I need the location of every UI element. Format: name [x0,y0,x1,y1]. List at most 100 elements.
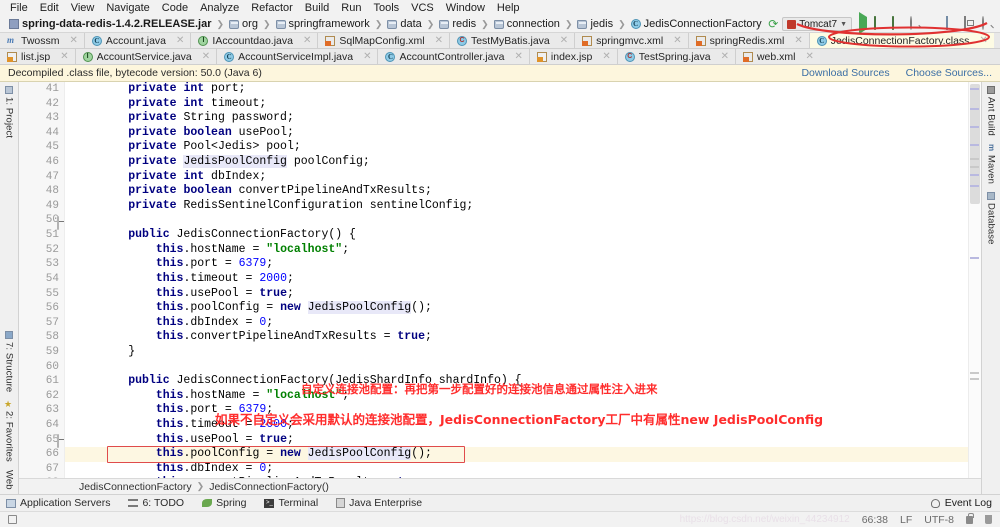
tool-window-java-enterprise[interactable]: Java Enterprise [336,497,422,509]
tab-sqlmapconfig-xml[interactable]: SqlMapConfig.xml ✕ [318,33,450,48]
sidebar-item-ant-build[interactable]: Ant Build [986,82,997,140]
caret-position[interactable]: 66:38 [862,514,888,526]
breadcrumb-class[interactable]: JedisConnectionFactory [79,481,192,493]
error-stripe-mark[interactable] [970,372,979,374]
sidebar-item-maven[interactable]: m Maven [986,140,997,188]
menu-item-view[interactable]: View [65,0,101,16]
menu-item-navigate[interactable]: Navigate [100,0,155,16]
run-icon[interactable] [856,12,870,34]
menu-item-vcs[interactable]: VCS [405,0,440,16]
menu-item-tools[interactable]: Tools [367,0,405,16]
line-separator[interactable]: LF [900,514,912,526]
choose-sources-link[interactable]: Choose Sources... [906,67,992,79]
close-icon[interactable]: ✕ [805,51,813,62]
lock-icon[interactable] [966,512,974,524]
sidebar-item-project[interactable]: 1: Project [4,82,15,142]
fold-marker-icon[interactable] [57,434,66,448]
code-line[interactable]: this.hostName = "localhost"; [65,243,981,258]
tab-iaccountdao-java[interactable]: I IAccountdao.java ✕ [191,33,319,48]
editor-scroll-area[interactable]: 41 42 43 44 45 46 47 48 49 50 51 52 53 54 55 56 57 58 59 60… [19,82,981,494]
close-icon[interactable]: ✕ [979,35,987,46]
code-line[interactable]: private int timeout; [65,97,981,112]
code-editor[interactable]: 41 42 43 44 45 46 47 48 49 50 51 52 53 54 55 56 57 58 59 60… [19,82,981,494]
tab-springmvc-xml[interactable]: springmvc.xml ✕ [575,33,689,48]
error-stripe-mark[interactable] [970,257,979,259]
tab-account-java[interactable]: C Account.java ✕ [84,33,192,48]
tab-web-xml[interactable]: web.xml ✕ [735,49,820,64]
close-icon[interactable]: ✕ [202,51,210,62]
tool-window-terminal[interactable]: >_ Terminal [264,497,318,509]
project-structure-icon[interactable] [946,16,960,31]
menu-item-help[interactable]: Help [491,0,526,16]
run-with-coverage-icon[interactable] [892,16,906,31]
error-stripe-mark[interactable] [970,378,979,380]
close-icon[interactable]: ✕ [602,51,610,62]
trash-icon[interactable] [985,515,992,524]
code-line[interactable]: this.convertPipelineAndTxResults = true; [65,330,981,345]
error-stripe-mark[interactable] [970,174,979,176]
code-line[interactable]: this.usePool = true; [65,433,981,448]
stop-icon[interactable] [928,17,942,31]
tab-accountserviceimpl-java[interactable]: C AccountServiceImpl.java ✕ [217,49,379,64]
close-icon[interactable]: ✕ [435,35,443,46]
close-icon[interactable]: ✕ [70,35,78,46]
breadcrumb-item-springframework[interactable]: springframework [273,18,373,30]
breadcrumb-item-class[interactable]: C JedisConnectionFactory [628,18,765,30]
close-icon[interactable]: ✕ [673,35,681,46]
close-icon[interactable]: ✕ [721,51,729,62]
close-icon[interactable]: ✕ [60,51,68,62]
window-toggle-icon[interactable] [8,515,17,524]
code-line[interactable]: private boolean usePool; [65,126,981,141]
code-line[interactable]: this.poolConfig = new JedisPoolConfig(); [65,301,981,316]
tool-window-todo[interactable]: 6: TODO [128,497,184,509]
error-stripe-mark[interactable] [970,88,979,90]
code-line[interactable]: private RedisSentinelConfiguration senti… [65,199,981,214]
file-encoding[interactable]: UTF-8 [924,514,954,526]
code-area[interactable]: 41 42 43 44 45 46 47 48 49 50 51 52 53 54 55 56 57 58 59 60… [19,82,981,492]
code-line[interactable]: private JedisPoolConfig poolConfig; [65,155,981,170]
close-icon[interactable]: ✕ [363,51,371,62]
code-line[interactable]: this.dbIndex = 0; [65,316,981,331]
breadcrumb-item-jedis[interactable]: jedis [574,18,616,30]
event-log-button[interactable]: Event Log [930,497,1000,509]
error-stripe-mark[interactable] [970,126,979,128]
menu-item-refactor[interactable]: Refactor [245,0,299,16]
error-stripe-mark[interactable] [970,166,979,168]
menu-item-code[interactable]: Code [156,0,194,16]
tab-accountservice-java[interactable]: I AccountService.java ✕ [75,49,218,64]
close-icon[interactable]: ✕ [303,35,311,46]
tab-jedisconnectionfactory-class[interactable]: C JedisConnectionFactory.class ✕ [809,33,994,48]
menu-item-run[interactable]: Run [335,0,367,16]
close-icon[interactable]: ✕ [794,35,802,46]
menu-item-file[interactable]: File [4,0,34,16]
menu-item-window[interactable]: Window [440,0,491,16]
breadcrumb-item-redis[interactable]: redis [436,18,479,30]
close-icon[interactable]: ✕ [560,35,568,46]
breadcrumb-method[interactable]: JedisConnectionFactory() [209,481,329,493]
sidebar-item-structure[interactable]: 7: Structure [4,327,15,396]
code-line[interactable]: private String password; [65,111,981,126]
tab-springredis-xml[interactable]: springRedis.xml ✕ [688,33,810,48]
tab-testmybatis-java[interactable]: C TestMyBatis.java ✕ [449,33,576,48]
code-line[interactable]: this.dbIndex = 0; [65,462,981,477]
close-icon[interactable]: ✕ [515,51,523,62]
menu-item-build[interactable]: Build [299,0,335,16]
code-line[interactable]: this.timeout = 2000; [65,272,981,287]
tab-list-jsp[interactable]: list.jsp ✕ [0,49,76,64]
tab-index-jsp[interactable]: index.jsp ✕ [529,49,618,64]
tab-testspring-java[interactable]: C TestSpring.java ✕ [617,49,736,64]
toggle-panel-icon[interactable] [964,16,978,31]
tab-twossm[interactable]: m Twossm ✕ [0,33,85,48]
error-stripe-mark[interactable] [970,185,979,187]
run-configuration-selector[interactable]: Tomcat7 ▼ [782,17,852,31]
code-line[interactable]: private int port; [65,82,981,97]
tool-window-spring[interactable]: Spring [202,497,246,509]
error-stripe-mark[interactable] [970,144,979,146]
error-stripe-markers[interactable] [968,82,981,494]
code-line[interactable]: private Pool<Jedis> pool; [65,140,981,155]
breadcrumb-item-jar[interactable]: spring-data-redis-1.4.2.RELEASE.jar [6,18,215,30]
code-line[interactable]: this.port = 6379; [65,257,981,272]
code-line[interactable]: private int dbIndex; [65,170,981,185]
code-line[interactable]: public JedisConnectionFactory() { [65,228,981,243]
code-line[interactable]: private boolean convertPipelineAndTxResu… [65,184,981,199]
